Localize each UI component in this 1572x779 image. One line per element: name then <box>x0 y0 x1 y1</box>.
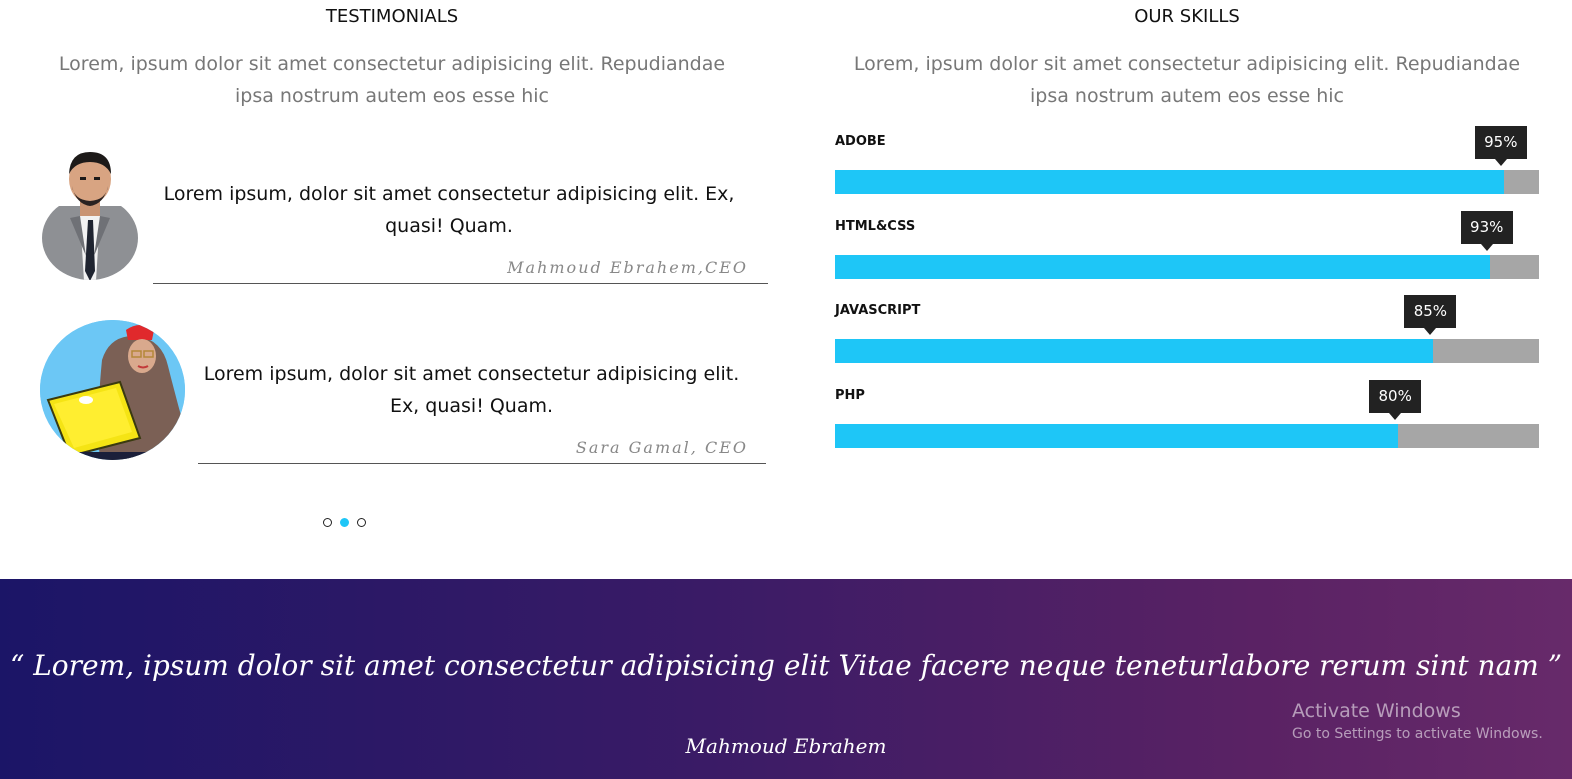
quote-banner: “ Lorem, ipsum dolor sit amet consectetu… <box>0 579 1572 779</box>
skill-track <box>835 339 1539 363</box>
skill-track <box>835 424 1539 448</box>
carousel-dots <box>323 518 366 527</box>
testimonials-subtitle: Lorem, ipsum dolor sit amet consectetur … <box>58 53 726 107</box>
banner-quote: “ Lorem, ipsum dolor sit amet consectetu… <box>9 649 1563 682</box>
skill-name: PHP <box>835 388 865 403</box>
skill-percent-tooltip: 80% <box>1369 380 1422 420</box>
skill-name: HTML&CSS <box>835 219 916 234</box>
skills-title: OUR SKILLS <box>1134 6 1240 27</box>
skill-progress-bar <box>835 170 1504 194</box>
avatar <box>40 320 185 460</box>
skill-track <box>835 170 1539 194</box>
testimonial-author: Mahmoud Ebrahem,CEO <box>507 258 748 277</box>
skill-progress-bar <box>835 255 1490 279</box>
skill-adobe: ADOBE 95% <box>835 126 1539 204</box>
person-portrait-icon <box>40 146 140 281</box>
skill-percent-tooltip: 93% <box>1460 211 1513 251</box>
carousel-dot-2[interactable] <box>340 518 349 527</box>
testimonial-text: Lorem ipsum, dolor sit amet consectetur … <box>203 363 740 417</box>
skill-percent-tooltip: 85% <box>1404 295 1457 335</box>
skill-progress-bar <box>835 339 1434 363</box>
skill-javascript: JAVASCRIPT 85% <box>835 295 1539 373</box>
skill-php: PHP 80% <box>835 380 1539 458</box>
watermark-subtitle: Go to Settings to activate Windows. <box>1292 726 1543 742</box>
skill-name: ADOBE <box>835 134 886 149</box>
testimonial-text: Lorem ipsum, dolor sit amet consectetur … <box>163 183 735 237</box>
skill-html-css: HTML&CSS 93% <box>835 211 1539 289</box>
watermark-title: Activate Windows <box>1292 700 1461 722</box>
testimonial-author: Sara Gamal, CEO <box>575 438 748 457</box>
woman-laptop-illustration-icon <box>40 320 185 460</box>
skill-progress-bar <box>835 424 1399 448</box>
carousel-dot-3[interactable] <box>357 518 366 527</box>
activate-windows-watermark: Activate Windows Go to Settings to activ… <box>1292 700 1543 742</box>
avatar <box>40 146 140 281</box>
divider <box>153 283 768 284</box>
skills-subtitle: Lorem, ipsum dolor sit amet consectetur … <box>853 53 1521 107</box>
skill-track <box>835 255 1539 279</box>
skill-name: JAVASCRIPT <box>835 303 921 318</box>
divider <box>198 463 766 464</box>
skill-percent-tooltip: 95% <box>1474 126 1527 166</box>
testimonials-title: TESTIMONIALS <box>325 6 459 27</box>
carousel-dot-1[interactable] <box>323 518 332 527</box>
